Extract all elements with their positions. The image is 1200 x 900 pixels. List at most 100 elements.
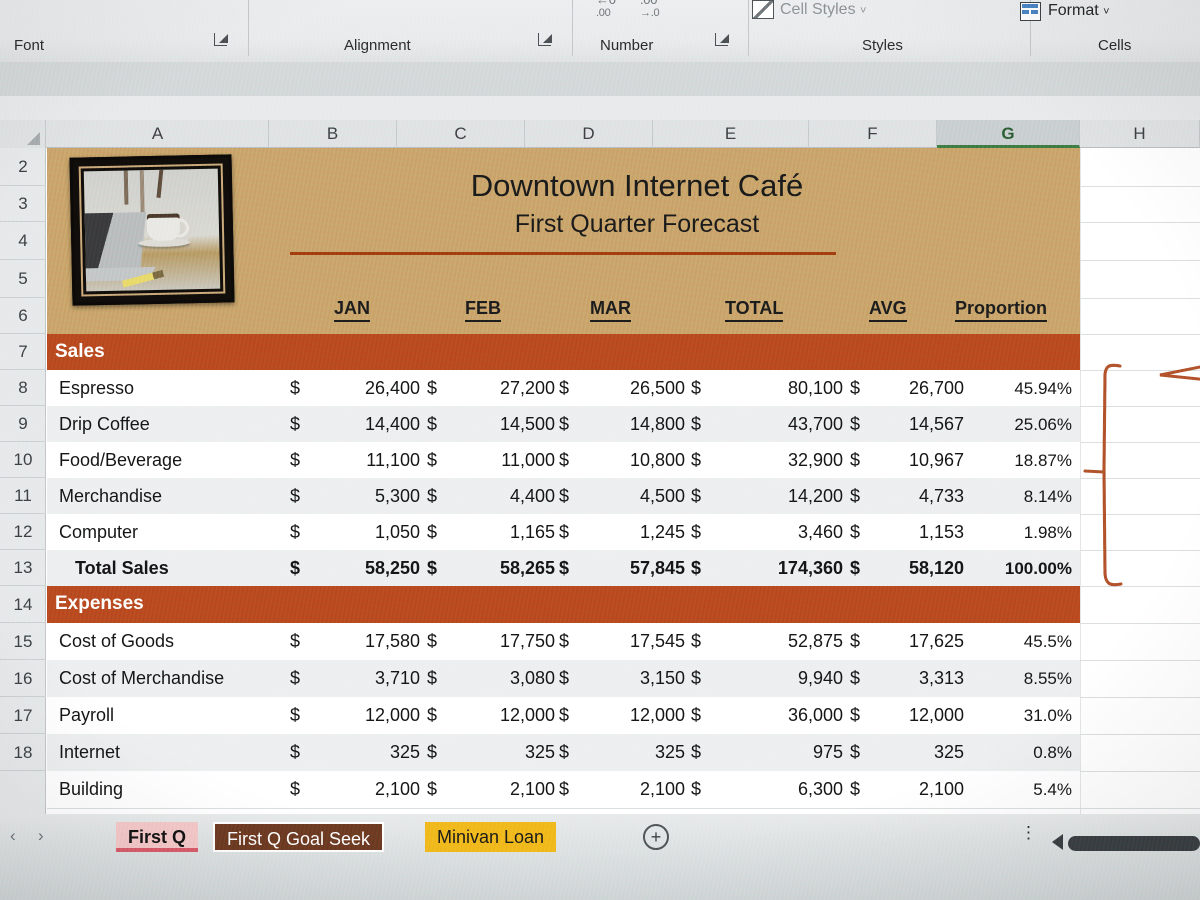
- cell-jan[interactable]: 17,580: [307, 631, 420, 652]
- cell-proportion[interactable]: 5.4%: [952, 780, 1072, 800]
- row-header-2[interactable]: 2: [0, 148, 46, 186]
- decrease-decimal-icon[interactable]: ←0.00: [596, 0, 616, 19]
- cell-avg[interactable]: 3,313: [862, 668, 964, 689]
- column-header-b[interactable]: B: [269, 120, 397, 148]
- cell-total[interactable]: 3,460: [707, 522, 843, 543]
- cell-jan[interactable]: 14,400: [310, 414, 420, 435]
- table-row[interactable]: Espresso $ 26,400 $ 27,200 $ 26,500 $ 80…: [47, 370, 1080, 406]
- cell-feb[interactable]: 2,100: [442, 779, 555, 800]
- cell-proportion[interactable]: 1.98%: [952, 523, 1072, 543]
- cell-jan[interactable]: 5,300: [310, 486, 420, 507]
- cell-total[interactable]: 52,875: [707, 631, 843, 652]
- cell-styles-button[interactable]: Cell Styles ˅: [780, 1, 866, 19]
- row-header-6[interactable]: 6: [0, 298, 46, 334]
- format-button[interactable]: Format ˅: [1048, 2, 1110, 20]
- column-header-f[interactable]: F: [809, 120, 937, 148]
- select-all-corner[interactable]: [0, 120, 46, 148]
- cell-total[interactable]: 43,700: [707, 414, 843, 435]
- row-header-4[interactable]: 4: [0, 222, 46, 260]
- cell-feb[interactable]: 325: [442, 742, 555, 763]
- cell-feb[interactable]: 17,750: [442, 631, 555, 652]
- row-header-18[interactable]: 18: [0, 734, 46, 771]
- cell-proportion[interactable]: 100.00%: [952, 559, 1072, 579]
- format-table-icon[interactable]: [1020, 2, 1041, 21]
- cell-jan[interactable]: 325: [307, 742, 420, 763]
- cell-proportion[interactable]: 45.5%: [952, 632, 1072, 652]
- cell-proportion[interactable]: 8.14%: [952, 487, 1072, 507]
- sheet-nav-next-icon[interactable]: ›: [38, 826, 44, 846]
- cell-mar[interactable]: 1,245: [575, 522, 685, 543]
- font-dialog-launcher-icon[interactable]: [214, 33, 228, 46]
- scrollbar-options-icon[interactable]: ⋮: [1020, 824, 1037, 841]
- chevron-down-icon[interactable]: ˅: [1103, 6, 1109, 18]
- table-row[interactable]: Cost of Merchandise $ 3,710 $ 3,080 $ 3,…: [47, 660, 1080, 697]
- row-header-12[interactable]: 12: [0, 514, 46, 550]
- cell-mar[interactable]: 12,000: [572, 705, 685, 726]
- row-header-8[interactable]: 8: [0, 370, 46, 406]
- cell-proportion[interactable]: 18.87%: [952, 451, 1072, 471]
- cell-avg[interactable]: 325: [862, 742, 964, 763]
- cell-total[interactable]: 9,940: [707, 668, 843, 689]
- row-header-bar[interactable]: 2 3 4 5 6 7 8 9 10 11 12 13 14 15 16 17 …: [0, 148, 46, 814]
- cell-feb[interactable]: 14,500: [445, 414, 555, 435]
- grid-body[interactable]: Downtown Internet Café First Quarter For…: [47, 148, 1200, 814]
- cell-total[interactable]: 6,300: [707, 779, 843, 800]
- cell-avg[interactable]: 10,967: [864, 450, 964, 471]
- cell-mar[interactable]: 10,800: [575, 450, 685, 471]
- table-row[interactable]: Building $ 2,100 $ 2,100 $ 2,100 $ 6,300…: [47, 771, 1080, 808]
- cell-mar[interactable]: 2,100: [572, 779, 685, 800]
- cell-avg[interactable]: 12,000: [862, 705, 964, 726]
- table-row[interactable]: Computer $ 1,050 $ 1,165 $ 1,245 $ 3,460…: [47, 514, 1080, 550]
- cell-jan[interactable]: 12,000: [307, 705, 420, 726]
- cell-feb[interactable]: 12,000: [442, 705, 555, 726]
- cell-proportion[interactable]: 8.55%: [952, 669, 1072, 689]
- row-header-17[interactable]: 17: [0, 697, 46, 734]
- cell-styles-icon[interactable]: [752, 0, 774, 19]
- number-dialog-launcher-icon[interactable]: [715, 33, 729, 46]
- row-header-5[interactable]: 5: [0, 260, 46, 298]
- cell-jan[interactable]: 2,100: [307, 779, 420, 800]
- row-header-11[interactable]: 11: [0, 478, 46, 514]
- table-row[interactable]: Food/Beverage $ 11,100 $ 11,000 $ 10,800…: [47, 442, 1080, 478]
- row-header-14[interactable]: 14: [0, 586, 46, 623]
- column-header-c[interactable]: C: [397, 120, 525, 148]
- cell-avg[interactable]: 2,100: [862, 779, 964, 800]
- cell-total[interactable]: 975: [707, 742, 843, 763]
- table-row[interactable]: Drip Coffee $ 14,400 $ 14,500 $ 14,800 $…: [47, 406, 1080, 442]
- cell-mar[interactable]: 57,845: [570, 558, 685, 579]
- cell-avg[interactable]: 4,733: [864, 486, 964, 507]
- add-sheet-icon[interactable]: +: [643, 824, 669, 850]
- cell-total[interactable]: 36,000: [707, 705, 843, 726]
- cell-total[interactable]: 80,100: [707, 378, 843, 399]
- cell-total[interactable]: 32,900: [707, 450, 843, 471]
- table-row[interactable]: Merchandise $ 5,300 $ 4,400 $ 4,500 $ 14…: [47, 478, 1080, 514]
- cell-proportion[interactable]: 25.06%: [952, 415, 1072, 435]
- sheet-tab-first-q[interactable]: First Q: [116, 822, 199, 852]
- cell-avg[interactable]: 14,567: [864, 414, 964, 435]
- cell-avg[interactable]: 1,153: [864, 522, 964, 543]
- cell-proportion[interactable]: 0.8%: [952, 743, 1072, 763]
- cell-mar[interactable]: 325: [572, 742, 685, 763]
- cell-mar[interactable]: 17,545: [572, 631, 685, 652]
- alignment-dialog-launcher-icon[interactable]: [538, 33, 552, 46]
- column-header-bar[interactable]: A B C D E F G H: [0, 120, 1200, 148]
- cell-avg[interactable]: 58,120: [860, 558, 964, 579]
- cell-mar[interactable]: 14,800: [575, 414, 685, 435]
- increase-decimal-icon[interactable]: .00→.0: [640, 0, 660, 19]
- column-header-a[interactable]: A: [47, 120, 269, 148]
- coffee-photo[interactable]: [69, 154, 235, 306]
- sheet-tab-minivan-loan[interactable]: Minivan Loan: [425, 822, 557, 852]
- cell-mar[interactable]: 4,500: [575, 486, 685, 507]
- cell-proportion[interactable]: 31.0%: [952, 706, 1072, 726]
- cell-feb[interactable]: 58,265: [440, 558, 555, 579]
- cell-jan[interactable]: 58,250: [305, 558, 420, 579]
- row-header-16[interactable]: 16: [0, 660, 46, 697]
- table-row[interactable]: Payroll $ 12,000 $ 12,000 $ 12,000 $ 36,…: [47, 697, 1080, 734]
- cell-total[interactable]: 174,360: [702, 558, 843, 579]
- cell-avg[interactable]: 17,625: [862, 631, 964, 652]
- row-header-13[interactable]: 13: [0, 550, 46, 586]
- cell-feb[interactable]: 1,165: [445, 522, 555, 543]
- cell-total[interactable]: 14,200: [707, 486, 843, 507]
- scroll-left-icon[interactable]: [1052, 834, 1063, 850]
- cell-jan[interactable]: 3,710: [307, 668, 420, 689]
